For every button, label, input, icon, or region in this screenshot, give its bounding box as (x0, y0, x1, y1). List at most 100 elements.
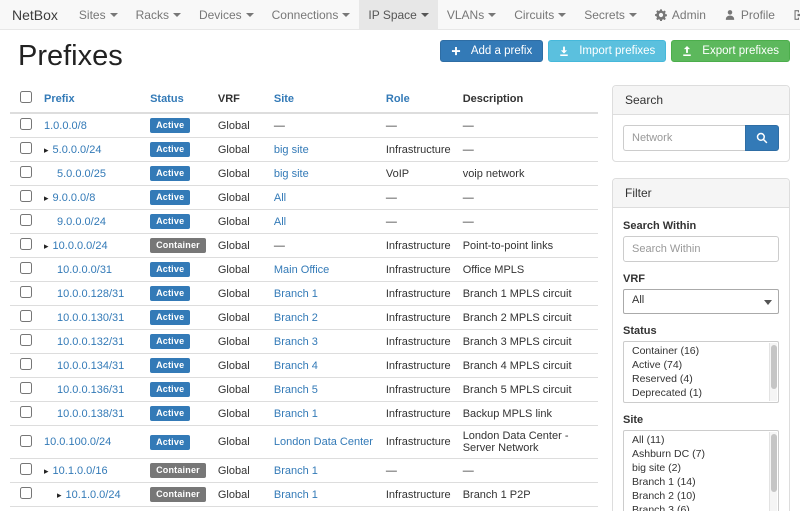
prefix-link[interactable]: 10.0.0.130/31 (57, 312, 124, 324)
prefix-cell: 10.0.0.134/31 (38, 354, 144, 378)
row-checkbox[interactable] (20, 286, 32, 298)
column-header-role[interactable]: Role (380, 85, 457, 113)
table-row: 10.0.0.138/31ActiveGlobalBranch 1Infrast… (10, 402, 598, 426)
prefix-link[interactable]: 10.0.0.132/31 (57, 336, 124, 348)
row-checkbox[interactable] (20, 334, 32, 346)
expand-arrow-icon[interactable]: ▸ (57, 490, 62, 500)
row-checkbox[interactable] (20, 406, 32, 418)
nav-item-admin[interactable]: Admin (646, 0, 715, 29)
filter-listbox-status[interactable]: Container (16)Active (74)Reserved (4)Dep… (623, 341, 779, 403)
site-link[interactable]: Branch 5 (274, 384, 318, 396)
column-header-site[interactable]: Site (268, 85, 380, 113)
scrollbar-thumb[interactable] (771, 345, 777, 389)
role-cell: Infrastructure (380, 234, 457, 258)
prefix-link[interactable]: 5.0.0.0/25 (57, 168, 106, 180)
site-link[interactable]: Branch 2 (274, 312, 318, 324)
column-sort-link[interactable]: Status (150, 93, 184, 105)
expand-arrow-icon[interactable]: ▸ (44, 466, 49, 476)
expand-arrow-icon[interactable]: ▸ (44, 145, 49, 155)
listbox-option[interactable]: Ashburn DC (7) (624, 447, 778, 461)
nav-item-ip-space[interactable]: IP Space (359, 0, 437, 29)
filter-select-vrf[interactable]: All (623, 289, 779, 314)
description-cell: Branch 1 P2P (457, 483, 598, 507)
row-checkbox[interactable] (20, 435, 32, 447)
prefix-link[interactable]: 5.0.0.0/24 (53, 144, 102, 156)
scrollbar[interactable] (769, 343, 777, 401)
prefix-link[interactable]: 1.0.0.0/8 (44, 120, 87, 132)
listbox-option[interactable]: Branch 1 (14) (624, 475, 778, 489)
site-link[interactable]: Branch 3 (274, 336, 318, 348)
listbox-option[interactable]: Branch 3 (6) (624, 503, 778, 511)
prefix-link[interactable]: 9.0.0.0/24 (57, 216, 106, 228)
column-header-status[interactable]: Status (144, 85, 212, 113)
search-button[interactable] (745, 125, 779, 151)
prefix-link[interactable]: 10.0.0.128/31 (57, 288, 124, 300)
site-link[interactable]: Main Office (274, 264, 329, 276)
row-checkbox[interactable] (20, 463, 32, 475)
filter-input-search-within[interactable] (623, 236, 779, 262)
filter-listbox-site[interactable]: All (11)Ashburn DC (7)big site (2)Branch… (623, 430, 779, 511)
listbox-option[interactable]: Active (74) (624, 358, 778, 372)
site-link[interactable]: big site (274, 144, 309, 156)
prefix-link[interactable]: 10.0.0.134/31 (57, 360, 124, 372)
row-checkbox[interactable] (20, 382, 32, 394)
scrollbar[interactable] (769, 432, 777, 511)
listbox-option[interactable]: Container (16) (624, 344, 778, 358)
nav-item-circuits[interactable]: Circuits (505, 0, 575, 29)
expand-arrow-icon[interactable]: ▸ (44, 193, 49, 203)
scrollbar-thumb[interactable] (771, 434, 777, 492)
search-input[interactable] (623, 125, 745, 151)
row-checkbox[interactable] (20, 166, 32, 178)
row-checkbox[interactable] (20, 487, 32, 499)
nav-item-racks[interactable]: Racks (127, 0, 190, 29)
column-sort-link[interactable]: Site (274, 93, 294, 105)
prefix-link[interactable]: 10.1.0.0/24 (66, 489, 121, 501)
row-checkbox[interactable] (20, 214, 32, 226)
import-prefixes-button[interactable]: Import prefixes (548, 40, 666, 62)
prefix-link[interactable]: 10.0.100.0/24 (44, 436, 111, 448)
navbar-right: AdminProfileLog out (646, 0, 800, 29)
listbox-option[interactable]: Deprecated (1) (624, 386, 778, 400)
nav-item-secrets[interactable]: Secrets (575, 0, 646, 29)
listbox-option[interactable]: Reserved (4) (624, 372, 778, 386)
export-prefixes-button[interactable]: Export prefixes (671, 40, 790, 62)
prefix-link[interactable]: 10.0.0.138/31 (57, 408, 124, 420)
select-all-checkbox[interactable] (20, 91, 32, 103)
row-checkbox[interactable] (20, 262, 32, 274)
nav-item-connections[interactable]: Connections (263, 0, 360, 29)
listbox-option[interactable]: big site (2) (624, 461, 778, 475)
prefix-link[interactable]: 9.0.0.0/8 (53, 192, 96, 204)
column-sort-link[interactable]: Role (386, 93, 410, 105)
site-link[interactable]: London Data Center (274, 436, 373, 448)
row-checkbox[interactable] (20, 190, 32, 202)
prefix-link[interactable]: 10.0.0.136/31 (57, 384, 124, 396)
listbox-option[interactable]: All (11) (624, 433, 778, 447)
site-link[interactable]: Branch 4 (274, 360, 318, 372)
app-logo[interactable]: NetBox (8, 0, 70, 29)
site-link[interactable]: Branch 1 (274, 465, 318, 477)
site-link[interactable]: Branch 1 (274, 288, 318, 300)
row-checkbox[interactable] (20, 142, 32, 154)
site-link[interactable]: All (274, 216, 286, 228)
nav-item-vlans[interactable]: VLANs (438, 0, 505, 29)
site-link[interactable]: Branch 1 (274, 408, 318, 420)
row-checkbox[interactable] (20, 358, 32, 370)
expand-arrow-icon[interactable]: ▸ (44, 241, 49, 251)
add-a-prefix-button[interactable]: Add a prefix (440, 40, 543, 62)
nav-item-sites[interactable]: Sites (70, 0, 127, 29)
nav-item-log-out[interactable]: Log out (784, 0, 800, 29)
nav-item-devices[interactable]: Devices (190, 0, 263, 29)
column-sort-link[interactable]: Prefix (44, 93, 75, 105)
row-checkbox[interactable] (20, 310, 32, 322)
prefix-link[interactable]: 10.0.0.0/24 (53, 240, 108, 252)
site-link[interactable]: big site (274, 168, 309, 180)
row-checkbox[interactable] (20, 118, 32, 130)
site-link[interactable]: All (274, 192, 286, 204)
site-link[interactable]: Branch 1 (274, 489, 318, 501)
listbox-option[interactable]: Branch 2 (10) (624, 489, 778, 503)
row-checkbox[interactable] (20, 238, 32, 250)
prefix-link[interactable]: 10.1.0.0/16 (53, 465, 108, 477)
column-header-prefix[interactable]: Prefix (38, 85, 144, 113)
nav-item-profile[interactable]: Profile (715, 0, 784, 29)
prefix-link[interactable]: 10.0.0.0/31 (57, 264, 112, 276)
